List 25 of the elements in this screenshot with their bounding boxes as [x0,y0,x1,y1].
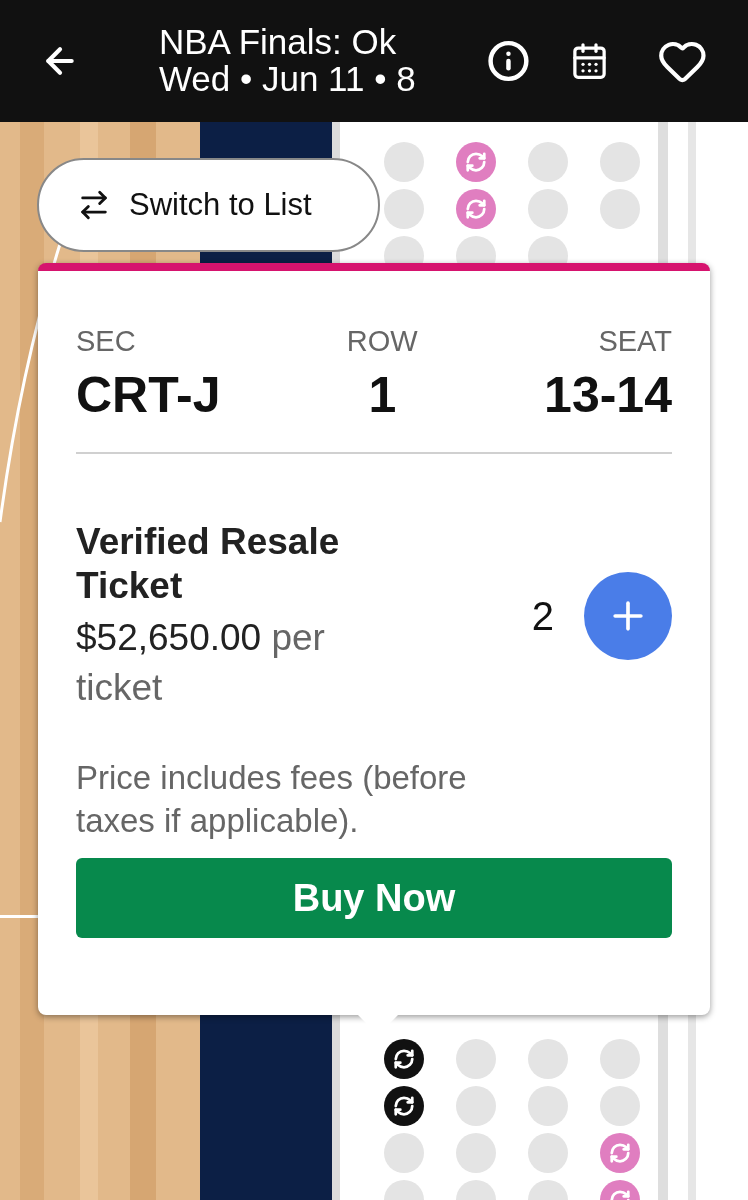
column-label: SEC [76,327,136,356]
refresh-icon [393,1048,415,1070]
resale-seat[interactable] [600,1133,640,1173]
refresh-icon [465,198,487,220]
column-label: ROW [346,327,418,356]
column-value: CRT-J [76,370,221,420]
column-label: SEAT [598,327,672,356]
event-title: NBA Finals: Ok [158,24,398,61]
info-icon[interactable] [487,39,531,83]
selected-seat[interactable] [384,1086,424,1126]
column-value: 1 [368,370,397,420]
column-value: 13-14 [544,370,672,420]
refresh-icon [393,1095,415,1117]
switch-to-list-button[interactable]: Switch to List [37,158,380,252]
selected-seat[interactable] [384,1039,424,1079]
fee-note: Price includes fees (before taxes if applicable). [76,757,468,841]
refresh-icon [465,151,487,173]
ticket-price: $52,650.00 per ticket [76,615,326,710]
refresh-icon [609,1142,631,1164]
event-date: Wed • Jun 11 • 8 [158,61,417,98]
quantity: 2 [531,593,554,641]
buy-now-button[interactable]: Buy Now [76,858,672,939]
resale-seat[interactable] [456,189,496,229]
ticket-type: Verified Resale Ticket [76,520,341,609]
resale-seat[interactable] [456,142,496,182]
